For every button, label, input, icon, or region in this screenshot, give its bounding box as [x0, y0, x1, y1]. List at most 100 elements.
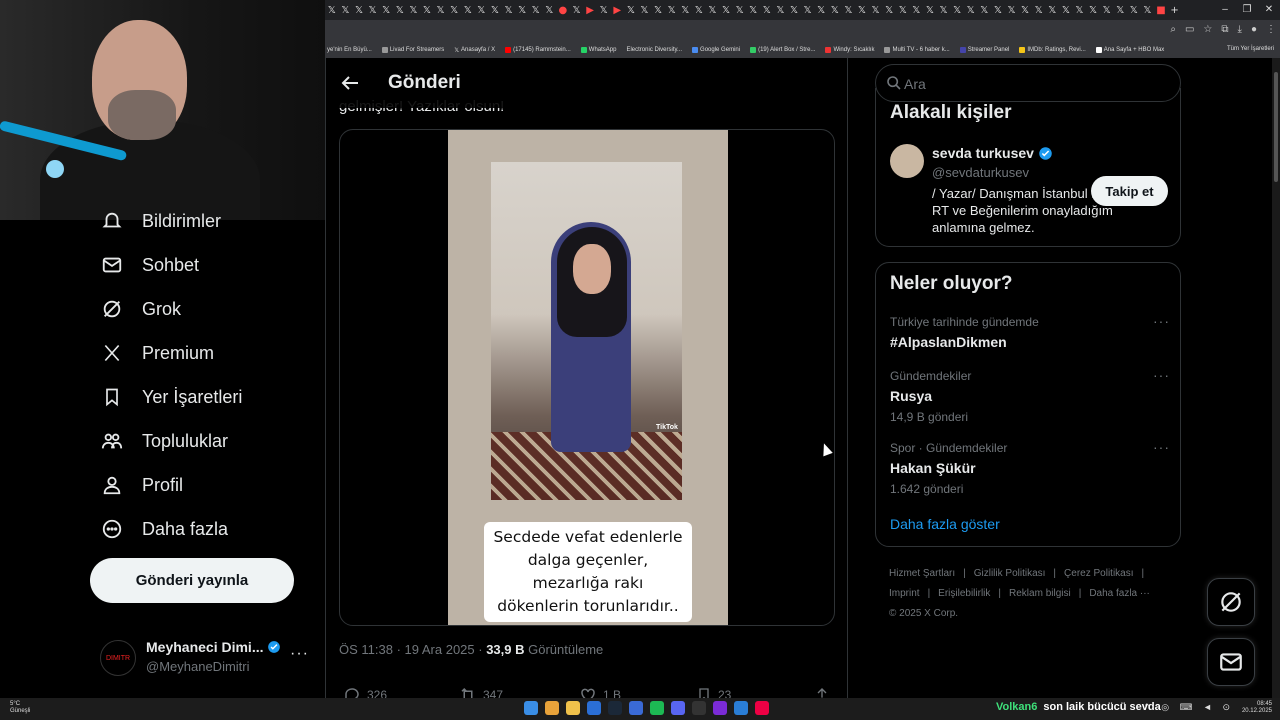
tab[interactable]: 𝕏 [624, 5, 638, 16]
system-tray[interactable]: ⌃ ◎ ⌨ ◄ ⊙ [1143, 702, 1234, 713]
tab[interactable]: 𝕏 [869, 5, 883, 16]
show-more-link[interactable]: Daha fazla göster [890, 516, 1000, 532]
zoom-icon[interactable]: ⌕ [1170, 24, 1176, 35]
more-dots-icon[interactable]: ··· [1153, 313, 1170, 329]
tab[interactable]: 𝕏 [488, 5, 502, 16]
discord-icon[interactable] [671, 701, 685, 715]
tab[interactable]: 𝕏 [733, 5, 747, 16]
bookmark[interactable]: Windy: Sıcaklık [825, 47, 874, 53]
star-icon[interactable]: ☆ [1203, 24, 1212, 35]
tab[interactable]: 𝕏 [1127, 5, 1141, 16]
tab[interactable]: 𝕏 [814, 5, 828, 16]
cast-icon[interactable]: ▭ [1185, 24, 1194, 35]
nav-item-more[interactable]: Daha fazla [100, 514, 228, 544]
app-icon[interactable] [692, 701, 706, 715]
footer-link[interactable]: Hizmet Şartları [889, 568, 955, 579]
tab[interactable]: 𝕏 [1141, 5, 1155, 16]
follow-button[interactable]: Takip et [1091, 176, 1168, 206]
tab[interactable]: 𝕏 [461, 5, 475, 16]
tab[interactable]: 𝕏 [339, 5, 353, 16]
trend-item[interactable]: Türkiye tarihinde gündemde #AlpaslanDikm… [890, 313, 1170, 350]
bookmark[interactable]: Streamer Panel [959, 47, 1009, 53]
clock[interactable]: 08:45 20.12.2025 [1242, 701, 1272, 715]
tab[interactable]: 𝕏 [529, 5, 543, 16]
back-arrow-icon[interactable] [338, 71, 362, 95]
page-scrollbar[interactable] [1272, 58, 1280, 698]
download-icon[interactable]: ⤓ [1238, 24, 1242, 35]
chrome-icon[interactable] [545, 701, 559, 715]
weather-widget[interactable]: 5°C Güneşli [10, 701, 30, 715]
search-input[interactable]: Ara [875, 64, 1181, 102]
more-dots-icon[interactable]: ··· [1153, 367, 1170, 383]
tab[interactable]: 𝕏 [1018, 5, 1032, 16]
tab[interactable]: 𝕏 [420, 5, 434, 16]
tab[interactable]: 𝕏 [502, 5, 516, 16]
windows-start-icon[interactable] [524, 701, 538, 715]
minimize-icon[interactable]: – [1214, 0, 1236, 20]
bookmark[interactable]: 𝕏 Anasayfa / X [454, 47, 495, 54]
close-icon[interactable]: ✕ [1258, 0, 1280, 20]
tab[interactable]: 𝕏 [1032, 5, 1046, 16]
trend-item[interactable]: Gündemdekiler Rusya 14,9 B gönderi ··· [890, 367, 1170, 424]
tab[interactable]: ▶ [583, 5, 597, 16]
tab[interactable]: ▶ [610, 5, 624, 16]
tab[interactable]: 𝕏 [678, 5, 692, 16]
tab[interactable]: 𝕏 [801, 5, 815, 16]
spotify-icon[interactable] [650, 701, 664, 715]
nav-item-premium[interactable]: Premium [100, 338, 214, 368]
related-user-name[interactable]: sevda turkusev [932, 145, 1053, 161]
tab[interactable]: 𝕏 [325, 5, 339, 16]
tab[interactable]: 𝕏 [855, 5, 869, 16]
messages-button[interactable] [1207, 638, 1255, 686]
tab[interactable]: 𝕏 [1113, 5, 1127, 16]
all-bookmarks[interactable]: Tüm Yer İşaretleri [1227, 46, 1274, 52]
tab[interactable]: 𝕏 [923, 5, 937, 16]
tab[interactable]: 𝕏 [379, 5, 393, 16]
tab[interactable]: 𝕏 [570, 5, 584, 16]
tab[interactable]: 𝕏 [393, 5, 407, 16]
tab[interactable]: 𝕏 [366, 5, 380, 16]
bookmark[interactable]: Livad For Streamers [381, 47, 444, 53]
tab[interactable]: 𝕏 [543, 5, 557, 16]
bookmark[interactable]: Google Gemini [692, 47, 740, 53]
bookmark[interactable]: IMDb: Ratings, Revi... [1019, 47, 1086, 53]
nav-item-bookmarks[interactable]: Yer İşaretleri [100, 382, 242, 412]
tab[interactable]: 𝕏 [774, 5, 788, 16]
bookmark[interactable]: (17145) Rammstein... [505, 47, 571, 53]
footer-link[interactable]: Erişilebilirlik [938, 588, 990, 599]
tab[interactable]: 𝕏 [434, 5, 448, 16]
app-icon[interactable] [734, 701, 748, 715]
tab[interactable]: 𝕏 [1005, 5, 1019, 16]
restore-icon[interactable]: ❐ [1236, 0, 1258, 20]
tab[interactable]: 𝕏 [828, 5, 842, 16]
footer-link[interactable]: Daha fazla ··· [1089, 588, 1150, 599]
app-icon[interactable] [587, 701, 601, 715]
tab[interactable]: ■ [1154, 5, 1168, 16]
reply-button[interactable]: 326 [343, 686, 387, 698]
tab[interactable]: 𝕏 [719, 5, 733, 16]
extensions-icon[interactable]: ⧉ [1221, 24, 1228, 35]
bookmark[interactable]: Multi TV - 6 haber k... [884, 47, 950, 53]
bookmark[interactable]: Ana Sayfa + HBO Max [1095, 47, 1164, 53]
bookmark[interactable]: ye'nin En Büyü... [327, 47, 372, 53]
tab[interactable]: 𝕏 [515, 5, 529, 16]
bookmark[interactable]: WhatsApp [580, 47, 616, 53]
profile-icon[interactable]: ● [1251, 24, 1257, 35]
tab[interactable]: 𝕏 [964, 5, 978, 16]
footer-link[interactable]: Reklam bilgisi [1009, 588, 1071, 599]
bookmark[interactable]: Electronic Diversity... [626, 47, 682, 53]
tab[interactable]: 𝕏 [1100, 5, 1114, 16]
footer-link[interactable]: Çerez Politikası [1064, 568, 1133, 579]
tab[interactable]: 𝕏 [937, 5, 951, 16]
more-dots-icon[interactable]: ··· [1153, 439, 1170, 455]
account-switcher[interactable]: DIMITR Meyhaneci Dimi... @MeyhaneDimitri… [100, 635, 315, 685]
tab[interactable]: 𝕏 [597, 5, 611, 16]
tab[interactable]: 𝕏 [665, 5, 679, 16]
tab[interactable]: 𝕏 [692, 5, 706, 16]
tab[interactable]: 𝕏 [475, 5, 489, 16]
app-icon[interactable] [629, 701, 643, 715]
tab[interactable]: 𝕏 [1073, 5, 1087, 16]
tab[interactable]: 𝕏 [407, 5, 421, 16]
tab[interactable]: 𝕏 [978, 5, 992, 16]
nav-item-grok[interactable]: Grok [100, 294, 181, 324]
